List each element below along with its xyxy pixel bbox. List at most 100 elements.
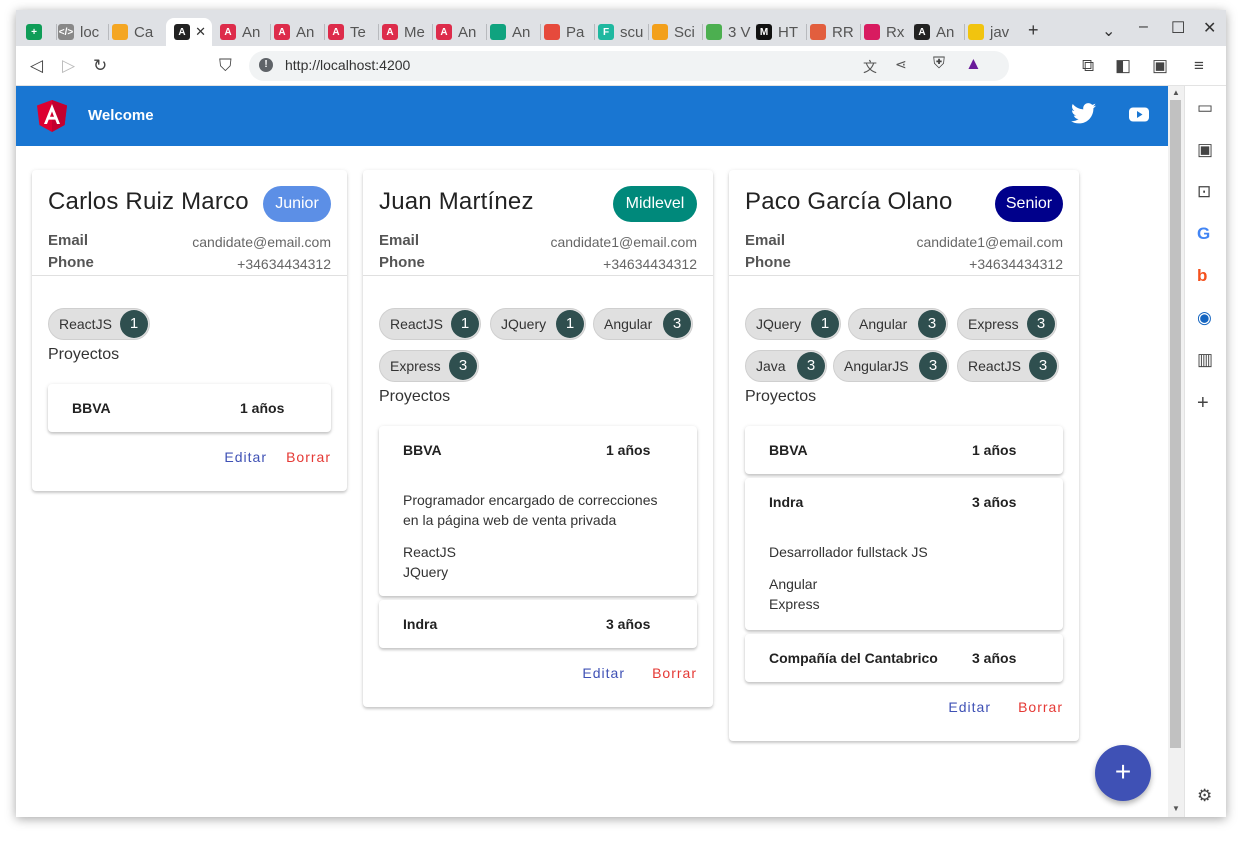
delete-button[interactable]: Borrar bbox=[652, 665, 697, 681]
address-bar[interactable]: ! http://localhost:4200 文 ⋖ ⛨ ▲ bbox=[249, 51, 1009, 81]
project-panel[interactable]: BBVA 1 años Programador encargado de corre… bbox=[379, 426, 697, 596]
brave-rewards-icon[interactable]: ▲ bbox=[965, 54, 982, 74]
back-icon[interactable]: ◁ bbox=[30, 56, 43, 76]
browser-tab[interactable]: A Te bbox=[328, 18, 374, 46]
maximize-icon[interactable]: ☐ bbox=[1171, 18, 1185, 38]
twitter-icon[interactable] bbox=[1071, 103, 1096, 124]
tab-favicon-icon bbox=[968, 24, 984, 40]
project-panel[interactable]: BBVA 1 años bbox=[48, 384, 331, 432]
url-text[interactable]: http://localhost:4200 bbox=[285, 57, 410, 73]
skill-years-count: 1 bbox=[811, 310, 839, 338]
browser-tab[interactable]: Ca bbox=[112, 18, 158, 46]
project-description: Desarrollador fullstack JS bbox=[769, 544, 928, 560]
skill-chip[interactable]: JQuery 1 bbox=[490, 308, 586, 340]
project-panel[interactable]: Indra 3 años bbox=[379, 600, 697, 648]
browser-tab[interactable]: jav bbox=[968, 18, 1014, 46]
projects-title: Proyectos bbox=[379, 388, 451, 405]
add-candidate-button[interactable]: + bbox=[1095, 745, 1151, 801]
delete-button[interactable]: Borrar bbox=[286, 449, 331, 465]
browser-tab[interactable]: A An bbox=[914, 18, 960, 46]
skill-chip[interactable]: ReactJS 1 bbox=[379, 308, 481, 340]
google-icon[interactable]: G bbox=[1197, 224, 1210, 244]
reload-icon[interactable]: ↻ bbox=[93, 56, 107, 76]
edit-button[interactable]: Editar bbox=[224, 449, 267, 465]
tab-favicon-icon: A bbox=[382, 24, 398, 40]
copilot-icon[interactable]: ◉ bbox=[1197, 308, 1212, 328]
email-label: Email bbox=[379, 232, 420, 249]
menu-icon[interactable]: ≡ bbox=[1194, 56, 1204, 76]
browser-tab[interactable]: A ✕ bbox=[166, 18, 212, 46]
tab-label: Pa bbox=[566, 23, 585, 41]
bookmark-icon[interactable]: ⛉ bbox=[219, 56, 232, 76]
browser-tab[interactable]: </> loc bbox=[58, 18, 104, 46]
skill-chip[interactable]: ReactJS 3 bbox=[957, 350, 1059, 382]
browser-tab[interactable]: 3 V bbox=[706, 18, 752, 46]
tab-separator bbox=[56, 24, 57, 40]
browser-tab[interactable]: RR bbox=[810, 18, 856, 46]
project-technology: ReactJS bbox=[403, 544, 456, 560]
skill-chip[interactable]: Express 3 bbox=[957, 308, 1057, 340]
share-icon[interactable]: ⋖ bbox=[895, 56, 907, 73]
skill-chip[interactable]: JQuery 1 bbox=[745, 308, 841, 340]
tab-separator bbox=[270, 24, 271, 40]
skill-chip[interactable]: ReactJS 1 bbox=[48, 308, 150, 340]
browser-tab[interactable]: Fscu bbox=[598, 18, 644, 46]
candidate-card: Juan Martínez Midlevel Email candidate1@ema… bbox=[363, 170, 713, 707]
scroll-down-icon[interactable]: ▼ bbox=[1172, 804, 1180, 813]
browser-tab[interactable]: A Me bbox=[382, 18, 428, 46]
browser-tab[interactable]: An bbox=[490, 18, 536, 46]
video-icon[interactable]: ▭ bbox=[1197, 98, 1213, 118]
browser-tab[interactable]: Rx bbox=[864, 18, 910, 46]
project-panel[interactable]: Compañía del Cantabrico 3 años bbox=[745, 634, 1063, 682]
tab-label: Sci bbox=[674, 23, 695, 41]
forward-icon[interactable]: ▷ bbox=[62, 56, 75, 76]
delete-button[interactable]: Borrar bbox=[1018, 699, 1063, 715]
scrollbar-thumb[interactable] bbox=[1170, 100, 1181, 748]
settings-gear-icon[interactable]: ⚙ bbox=[1197, 786, 1212, 806]
project-years: 3 años bbox=[972, 494, 1017, 510]
project-panel[interactable]: Indra 3 años Desarrollador fullstack JS Ang… bbox=[745, 478, 1063, 630]
browser-toolbar: ◁ ▷ ↻ ⛉ ! http://localhost:4200 文 ⋖ ⛨ ▲ … bbox=[16, 46, 1226, 86]
project-panel[interactable]: BBVA 1 años bbox=[745, 426, 1063, 474]
add-panel-icon[interactable]: + bbox=[1197, 392, 1209, 415]
skill-years-count: 3 bbox=[449, 352, 477, 380]
phone-label: Phone bbox=[745, 254, 791, 271]
translate-icon[interactable]: 文 bbox=[863, 57, 877, 77]
browser-tab[interactable]: A An bbox=[274, 18, 320, 46]
browser-tab[interactable]: Pa bbox=[544, 18, 590, 46]
skill-chip[interactable]: Express 3 bbox=[379, 350, 479, 382]
skill-name: JQuery bbox=[756, 316, 802, 332]
scroll-up-icon[interactable]: ▲ bbox=[1172, 88, 1180, 97]
book-icon[interactable]: ▥ bbox=[1197, 350, 1213, 370]
edit-button[interactable]: Editar bbox=[582, 665, 625, 681]
browser-tab[interactable]: + bbox=[26, 18, 52, 46]
reading-list-icon[interactable]: ⊡ bbox=[1197, 182, 1211, 202]
browser-tab[interactable]: A An bbox=[220, 18, 266, 46]
browser-tab[interactable]: Sci bbox=[652, 18, 698, 46]
site-info-icon[interactable]: ! bbox=[259, 58, 273, 72]
tab-favicon-icon: </> bbox=[58, 24, 74, 40]
extensions-icon[interactable]: ⧉ bbox=[1082, 56, 1094, 76]
tab-favicon-icon bbox=[544, 24, 560, 40]
wallet-panel-icon[interactable]: ▣ bbox=[1197, 140, 1213, 160]
skill-chip[interactable]: AngularJS 3 bbox=[833, 350, 949, 382]
email-value: candidate@email.com bbox=[192, 234, 331, 250]
new-tab-button[interactable]: + bbox=[1028, 20, 1039, 41]
bing-icon[interactable]: b bbox=[1197, 266, 1207, 286]
wallet-icon[interactable]: ▣ bbox=[1152, 56, 1168, 76]
sidebar-toggle-icon[interactable]: ◧ bbox=[1115, 56, 1131, 76]
edit-button[interactable]: Editar bbox=[948, 699, 991, 715]
tab-close-icon[interactable]: ✕ bbox=[195, 24, 206, 40]
project-years: 3 años bbox=[606, 616, 651, 632]
browser-tab[interactable]: A An bbox=[436, 18, 482, 46]
close-window-icon[interactable]: ✕ bbox=[1203, 18, 1216, 38]
skill-years-count: 3 bbox=[918, 310, 946, 338]
brave-shield-icon[interactable]: ⛨ bbox=[933, 55, 945, 73]
tab-list-chevron-icon[interactable]: ⌄ bbox=[1102, 21, 1115, 41]
browser-tab[interactable]: M HT bbox=[756, 18, 802, 46]
youtube-icon[interactable] bbox=[1129, 107, 1149, 122]
skill-chip[interactable]: Angular 3 bbox=[593, 308, 693, 340]
skill-chip[interactable]: Java 3 bbox=[745, 350, 827, 382]
skill-chip[interactable]: Angular 3 bbox=[848, 308, 948, 340]
minimize-icon[interactable]: – bbox=[1139, 18, 1148, 36]
